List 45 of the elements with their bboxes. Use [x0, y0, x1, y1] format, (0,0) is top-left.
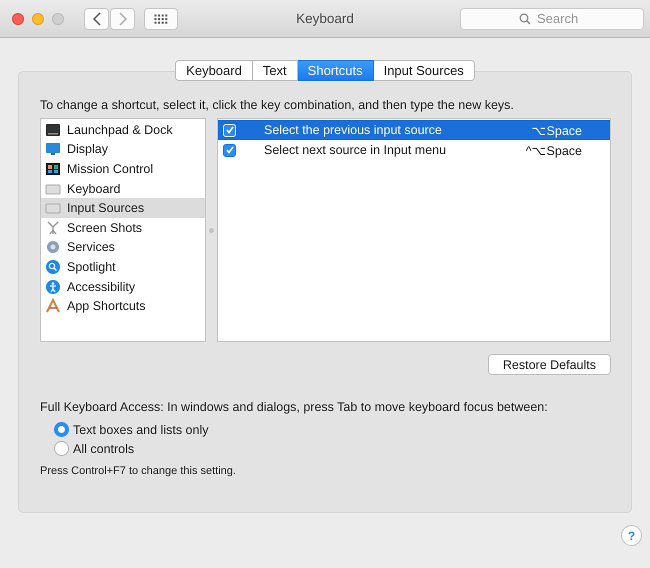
splitter-handle[interactable] [209, 228, 214, 232]
category-item[interactable]: Accessibility [41, 276, 205, 296]
category-item[interactable]: Spotlight [41, 257, 205, 277]
category-item[interactable]: Input Sources [41, 198, 205, 218]
category-item[interactable]: Mission Control [41, 159, 205, 179]
full-keyboard-access-label: Full Keyboard Access: In windows and dialogs, press Tab to move keyboard focus between: [40, 400, 549, 414]
category-item[interactable]: Keyboard [41, 178, 205, 198]
back-button[interactable] [84, 8, 109, 30]
key-combination: ^⌥Space [526, 142, 582, 158]
radio-label: All controls [73, 442, 134, 456]
category-item[interactable]: Display [41, 140, 205, 160]
shortcut-row[interactable]: Select next source in Input menu ^⌥Space [218, 140, 610, 160]
window-grid-icon [45, 160, 61, 177]
shortcut-row[interactable]: Select the previous input source ⌥Space [218, 120, 610, 140]
display-icon [45, 141, 61, 158]
person-icon [45, 278, 61, 295]
tab[interactable]: Keyboard [175, 60, 253, 81]
radio-button[interactable] [54, 422, 69, 437]
search-icon [45, 258, 61, 275]
window-title: Keyboard [296, 11, 354, 26]
show-all-button[interactable] [144, 8, 178, 30]
hint-text: Press Control+F7 to change this setting. [40, 465, 237, 477]
category-item[interactable]: Launchpad & Dock [41, 120, 205, 140]
restore-defaults-button[interactable]: Restore Defaults [488, 354, 611, 375]
radio-button[interactable] [54, 441, 69, 456]
instructions-text: To change a shortcut, select it, click the key combination, and then type the new keys. [40, 98, 515, 112]
checkbox[interactable] [223, 144, 236, 156]
radio-label: Text boxes and lists only [73, 422, 208, 436]
close-button[interactable] [12, 12, 24, 24]
tripod-icon [45, 220, 61, 236]
key-combination: ⌥Space [532, 122, 582, 138]
shortcut-name: Select next source in Input menu [264, 143, 448, 157]
chevron-left-icon [92, 12, 100, 26]
tab[interactable]: Input Sources [374, 60, 475, 81]
minimize-button[interactable] [32, 12, 44, 24]
tab[interactable]: Shortcuts [298, 60, 374, 81]
grid-icon [154, 14, 168, 24]
category-item[interactable]: Screen Shots [41, 218, 205, 238]
shortcut-name: Select the previous input source [264, 123, 443, 137]
category-item[interactable]: App Shortcuts [41, 296, 205, 316]
chevron-right-icon [118, 12, 126, 26]
search-field[interactable]: Search [460, 8, 644, 30]
monitor-icon [45, 122, 61, 138]
tab[interactable]: Text [252, 60, 298, 81]
category-item[interactable]: Services [41, 238, 205, 258]
